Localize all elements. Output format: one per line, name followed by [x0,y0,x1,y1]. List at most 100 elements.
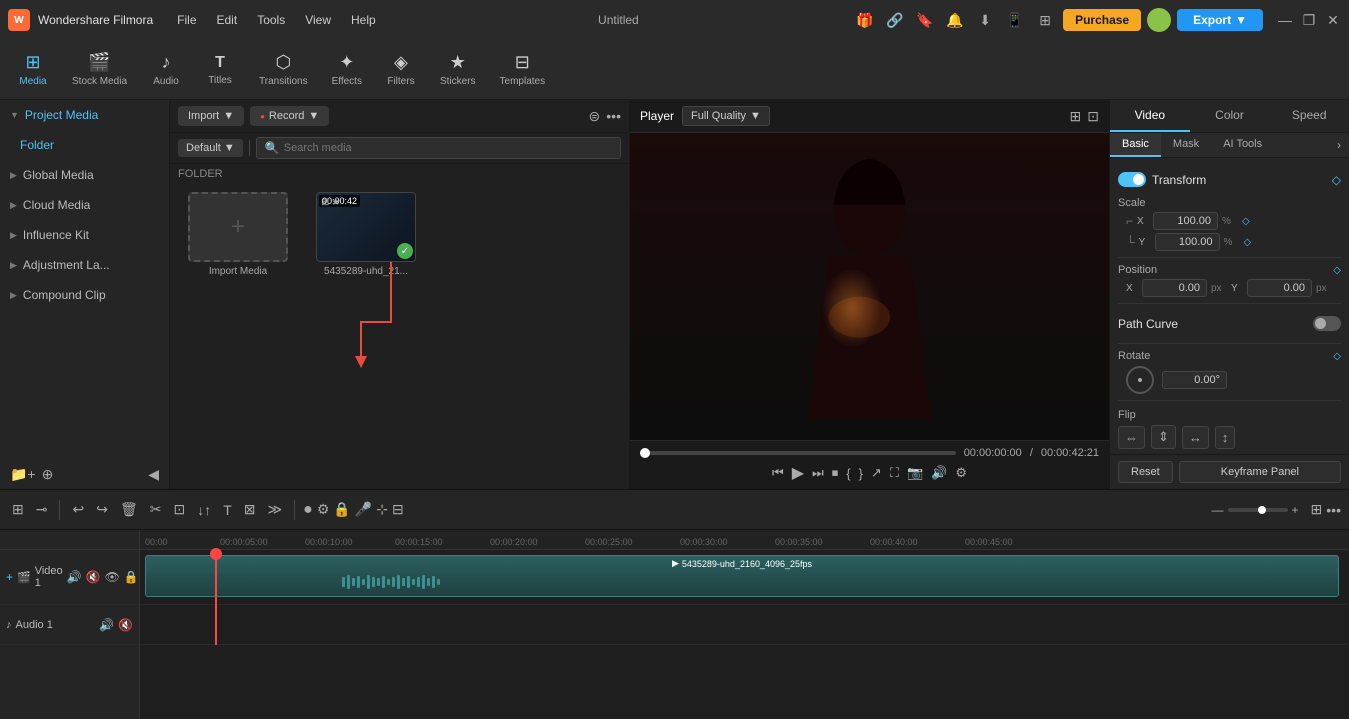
rotate-dial[interactable] [1126,366,1154,394]
add-track-icon[interactable]: + [6,570,13,584]
mark-out-button[interactable]: } [859,466,863,481]
tab-speed[interactable]: Speed [1269,100,1349,132]
transform-toggle[interactable] [1118,172,1146,187]
new-folder-icon[interactable]: 📁+ [10,466,36,483]
export-button[interactable]: Export ▼ [1177,9,1263,31]
more-options-icon[interactable]: ••• [606,108,621,124]
more-sub-tabs-icon[interactable]: › [1329,133,1349,157]
toolbar-media[interactable]: ⊞ Media [8,48,58,91]
toolbar-titles[interactable]: T Titles [195,50,245,90]
collapse-panel-icon[interactable]: ◀ [148,466,159,483]
rotate-input[interactable] [1162,371,1227,389]
audio-speaker-icon[interactable]: 🔊 [99,618,114,632]
toolbar-effects[interactable]: ✦ Effects [322,48,372,91]
maximize-button[interactable]: ❐ [1301,12,1317,28]
position-y-input[interactable] [1247,279,1312,297]
import-media-thumb[interactable]: + [188,192,288,262]
toolbar-transitions[interactable]: ⬡ Transitions [249,48,318,91]
purchase-button[interactable]: Purchase [1063,9,1141,31]
flip-v-alt-button[interactable]: ↕ [1215,426,1236,449]
menu-view[interactable]: View [297,9,339,31]
import-button[interactable]: Import ▼ [178,106,244,126]
progress-handle[interactable] [640,448,650,458]
scale-y-input[interactable] [1155,233,1220,251]
video-clip[interactable]: ▶ 5435289-uhd_2160_4096_25fps [145,555,1339,597]
record-timeline-icon[interactable]: 🎤 [355,501,372,518]
scene-detect-icon[interactable]: ⊹ [376,501,388,518]
zoom-out-button[interactable]: — [1212,503,1224,517]
scale-y-keyframe-icon[interactable]: ◇ [1244,237,1252,248]
sidebar-item-adjustment-layer[interactable]: ▶ Adjustment La... [0,250,169,280]
player-tab[interactable]: Player [640,109,674,123]
fullscreen-player-button[interactable]: ⛶ [890,465,899,481]
download-icon[interactable]: ⬇ [973,8,997,32]
fullscreen-icon[interactable]: ⊡ [1087,108,1099,125]
toolbar-stock-media[interactable]: 🎬 Stock Media [62,48,137,91]
position-x-input[interactable] [1142,279,1207,297]
link-icon[interactable]: 🔗 [883,8,907,32]
video-media-item[interactable]: 00:00:42 ⊞ ★ ✓ 5435289-uhd_21... [306,192,426,277]
path-curve-toggle[interactable] [1313,316,1341,331]
tab-color[interactable]: Color [1190,100,1270,132]
tab-video[interactable]: Video [1110,100,1190,132]
filter-icon[interactable]: ⊜ [589,108,601,125]
flip-h-alt-button[interactable]: ↔ [1182,426,1209,449]
sidebar-item-compound-clip[interactable]: ▶ Compound Clip [0,280,169,310]
cut-button[interactable]: ✂ [146,497,166,522]
phone-icon[interactable]: 📱 [1003,8,1027,32]
text-button[interactable]: T [219,498,236,522]
mask-button[interactable]: ⊠ [240,497,260,522]
add-marker-button[interactable]: ● [303,501,313,519]
sub-tab-mask[interactable]: Mask [1161,133,1211,157]
default-button[interactable]: Default ▼ [178,139,243,157]
sidebar-item-cloud-media[interactable]: ▶ Cloud Media [0,190,169,220]
flip-vertical-button[interactable]: ⇕ [1151,425,1176,449]
flip-horizontal-button[interactable]: ⇔ [1118,426,1145,449]
stop-button[interactable]: ⏹ [832,465,839,481]
search-input[interactable] [284,142,612,154]
play-button[interactable]: ▶ [792,463,804,483]
fast-forward-button[interactable]: ⏭ [812,465,824,481]
split-screen-icon[interactable]: ⊟ [392,501,404,518]
sub-tab-basic[interactable]: Basic [1110,133,1161,157]
extract-button[interactable]: ↗ [871,465,882,481]
marker-settings-icon[interactable]: ⚙ [317,501,330,518]
menu-tools[interactable]: Tools [249,9,293,31]
timeline-ruler-area[interactable]: 00:00 00:00:05:00 00:00:10:00 00:00:15:0… [140,530,1349,719]
scale-x-keyframe-icon[interactable]: ◇ [1242,216,1250,227]
sidebar-item-folder[interactable]: Folder [0,130,169,160]
lock-tracks-icon[interactable]: 🔒 [333,501,350,518]
quality-selector[interactable]: Full Quality ▼ [682,106,770,126]
speaker-icon[interactable]: 🔊 [67,570,82,584]
sidebar-item-influence-kit[interactable]: ▶ Influence Kit [0,220,169,250]
keyframe-panel-button[interactable]: Keyframe Panel [1179,461,1341,483]
sub-tab-ai-tools[interactable]: AI Tools [1211,133,1274,157]
more-tools-icon[interactable]: ≫ [263,497,286,522]
toolbar-audio[interactable]: ♪ Audio [141,48,191,91]
menu-file[interactable]: File [169,9,204,31]
audio-mute-icon[interactable]: 🔇 [118,618,133,632]
video-thumb[interactable]: 00:00:42 ⊞ ★ ✓ [316,192,416,262]
add-icon[interactable]: ⊕ [42,466,54,483]
grid-view-icon[interactable]: ⊞ [1070,108,1082,125]
toolbar-templates[interactable]: ⊟ Templates [490,48,556,91]
zoom-handle[interactable] [1258,506,1266,514]
delete-button[interactable]: 🗑 [116,497,142,522]
layout-options-icon[interactable]: ⊞ [1311,501,1323,518]
toolbar-stickers[interactable]: ★ Stickers [430,48,486,91]
volume-button[interactable]: 🔊 [931,465,947,481]
notification-icon[interactable]: 🔔 [943,8,967,32]
import-media-item[interactable]: + Import Media [178,192,298,277]
rewind-button[interactable]: ⏮ [772,465,784,481]
snapshot-button[interactable]: 📷 [907,465,923,481]
progress-bar[interactable] [640,451,956,455]
sidebar-item-global-media[interactable]: ▶ Global Media [0,160,169,190]
redo-button[interactable]: ↪ [92,497,112,522]
transform-keyframe-icon[interactable]: ◇ [1332,173,1341,187]
undo-button[interactable]: ↩ [68,497,88,522]
toolbar-filters[interactable]: ◈ Filters [376,48,426,91]
audio-track-area[interactable] [140,605,1349,645]
mute-icon[interactable]: 🔇 [86,570,101,584]
settings-button[interactable]: ⚙ [955,465,967,481]
video-track-area[interactable]: ▶ 5435289-uhd_2160_4096_25fps [140,550,1349,605]
